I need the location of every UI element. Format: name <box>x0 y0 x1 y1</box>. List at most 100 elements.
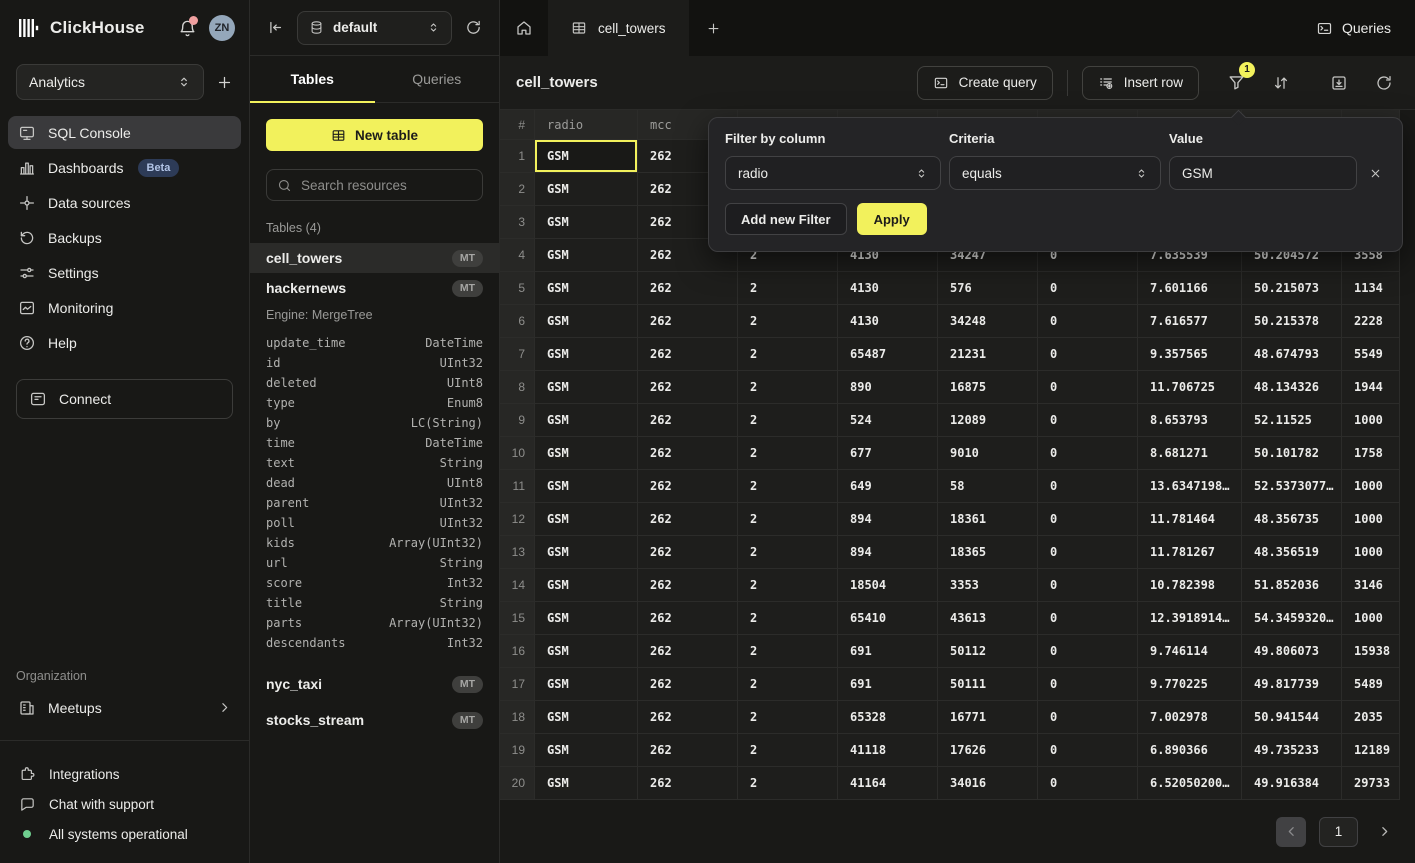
sidebar-item-chat-support[interactable]: Chat with support <box>0 789 249 819</box>
table-cell[interactable]: 48.674793 <box>1242 338 1342 371</box>
table-cell[interactable]: 65487 <box>838 338 938 371</box>
table-cell[interactable]: 15938 <box>1342 635 1400 668</box>
table-cell[interactable]: 1000 <box>1342 503 1400 536</box>
table-cell[interactable]: 2 <box>738 569 838 602</box>
table-cell[interactable]: 7.002978 <box>1138 701 1242 734</box>
table-cell[interactable]: 50.101782 <box>1242 437 1342 470</box>
table-cell[interactable]: 1000 <box>1342 470 1400 503</box>
table-cell[interactable]: 262 <box>638 701 738 734</box>
table-cell[interactable]: 2 <box>738 536 838 569</box>
notifications-bell-icon[interactable] <box>175 16 199 40</box>
table-cell[interactable]: 51.852036 <box>1242 569 1342 602</box>
table-cell[interactable]: GSM <box>535 503 638 536</box>
table-cell[interactable]: 34248 <box>938 305 1038 338</box>
table-cell[interactable]: 9.357565 <box>1138 338 1242 371</box>
collapse-sidebar-icon[interactable] <box>267 19 284 36</box>
table-cell[interactable]: GSM <box>535 470 638 503</box>
database-select[interactable]: default <box>297 11 452 45</box>
table-cell[interactable]: 691 <box>838 668 938 701</box>
table-cell[interactable]: GSM <box>535 767 638 800</box>
table-cell[interactable]: 8.653793 <box>1138 404 1242 437</box>
table-cell[interactable]: 1000 <box>1342 602 1400 635</box>
table-cell[interactable]: 2 <box>738 437 838 470</box>
table-cell[interactable]: GSM <box>535 305 638 338</box>
table-cell[interactable]: 52.5373077… <box>1242 470 1342 503</box>
table-cell[interactable]: GSM <box>535 239 638 272</box>
table-cell[interactable]: 2 <box>738 503 838 536</box>
table-cell[interactable]: 5549 <box>1342 338 1400 371</box>
table-cell[interactable]: 50.215073 <box>1242 272 1342 305</box>
new-tab-button[interactable] <box>689 0 738 56</box>
table-cell[interactable]: 262 <box>638 404 738 437</box>
table-cell[interactable]: 7.601166 <box>1138 272 1242 305</box>
sidebar-item-meetups[interactable]: Meetups <box>8 691 241 724</box>
filter-criteria-select[interactable]: equals <box>949 156 1161 190</box>
table-cell[interactable]: 262 <box>638 272 738 305</box>
table-cell[interactable]: 9.770225 <box>1138 668 1242 701</box>
table-cell[interactable]: 1000 <box>1342 404 1400 437</box>
refresh-button[interactable] <box>1369 68 1399 98</box>
table-cell[interactable]: 691 <box>838 635 938 668</box>
filter-button[interactable]: 1 <box>1221 68 1251 98</box>
column-header-radio[interactable]: radio <box>535 110 638 140</box>
table-cell[interactable]: GSM <box>535 404 638 437</box>
table-cell[interactable]: 1944 <box>1342 371 1400 404</box>
table-cell[interactable]: 0 <box>1038 437 1138 470</box>
table-cell[interactable]: 2 <box>738 272 838 305</box>
table-cell[interactable]: GSM <box>535 668 638 701</box>
table-cell[interactable]: 894 <box>838 503 938 536</box>
remove-filter-button[interactable] <box>1365 156 1386 190</box>
sidebar-item-backups[interactable]: Backups <box>8 221 241 254</box>
table-cell[interactable]: 49.916384 <box>1242 767 1342 800</box>
table-cell[interactable]: 54.3459320… <box>1242 602 1342 635</box>
table-cell[interactable]: 890 <box>838 371 938 404</box>
table-cell[interactable]: 11.781464 <box>1138 503 1242 536</box>
table-cell[interactable]: 41118 <box>838 734 938 767</box>
table-cell[interactable]: 9010 <box>938 437 1038 470</box>
search-input[interactable] <box>301 178 472 193</box>
sidebar-item-dashboards[interactable]: DashboardsBeta <box>8 151 241 184</box>
avatar[interactable]: ZN <box>209 15 235 41</box>
table-cell[interactable]: 4130 <box>838 305 938 338</box>
table-cell[interactable]: 262 <box>638 668 738 701</box>
table-cell[interactable]: 2 <box>738 668 838 701</box>
table-cell[interactable]: 0 <box>1038 371 1138 404</box>
table-cell[interactable]: 50.941544 <box>1242 701 1342 734</box>
apply-filter-button[interactable]: Apply <box>857 203 927 235</box>
table-cell[interactable]: 29733 <box>1342 767 1400 800</box>
table-cell[interactable]: 0 <box>1038 536 1138 569</box>
table-cell[interactable]: 48.134326 <box>1242 371 1342 404</box>
table-cell[interactable]: 262 <box>638 635 738 668</box>
table-cell[interactable]: 43613 <box>938 602 1038 635</box>
table-cell[interactable]: 2 <box>738 305 838 338</box>
table-cell[interactable]: 0 <box>1038 503 1138 536</box>
tab-queries[interactable]: Queries <box>375 56 500 102</box>
table-cell[interactable]: GSM <box>535 338 638 371</box>
table-cell[interactable]: GSM <box>535 140 638 173</box>
table-cell[interactable]: 48.356519 <box>1242 536 1342 569</box>
new-table-button[interactable]: New table <box>266 119 483 151</box>
table-cell[interactable]: 262 <box>638 602 738 635</box>
table-cell[interactable]: 65410 <box>838 602 938 635</box>
table-cell[interactable]: 49.817739 <box>1242 668 1342 701</box>
add-new-filter-button[interactable]: Add new Filter <box>725 203 847 235</box>
table-cell[interactable]: 0 <box>1038 668 1138 701</box>
table-cell[interactable]: 0 <box>1038 470 1138 503</box>
table-cell[interactable]: 7.616577 <box>1138 305 1242 338</box>
queries-button[interactable]: Queries <box>1316 0 1391 56</box>
table-cell[interactable]: 50111 <box>938 668 1038 701</box>
table-cell[interactable]: GSM <box>535 569 638 602</box>
table-cell[interactable]: GSM <box>535 371 638 404</box>
table-cell[interactable]: 2 <box>738 404 838 437</box>
table-cell[interactable]: 262 <box>638 371 738 404</box>
filter-column-select[interactable]: radio <box>725 156 941 190</box>
sidebar-item-integrations[interactable]: Integrations <box>0 759 249 789</box>
table-cell[interactable]: 2 <box>738 701 838 734</box>
table-cell[interactable]: 12089 <box>938 404 1038 437</box>
table-cell[interactable]: 10.782398 <box>1138 569 1242 602</box>
filter-value-input[interactable] <box>1169 156 1357 190</box>
table-cell[interactable]: 2035 <box>1342 701 1400 734</box>
table-cell[interactable]: 11.781267 <box>1138 536 1242 569</box>
table-cell[interactable]: 3353 <box>938 569 1038 602</box>
create-query-button[interactable]: Create query <box>917 66 1053 100</box>
